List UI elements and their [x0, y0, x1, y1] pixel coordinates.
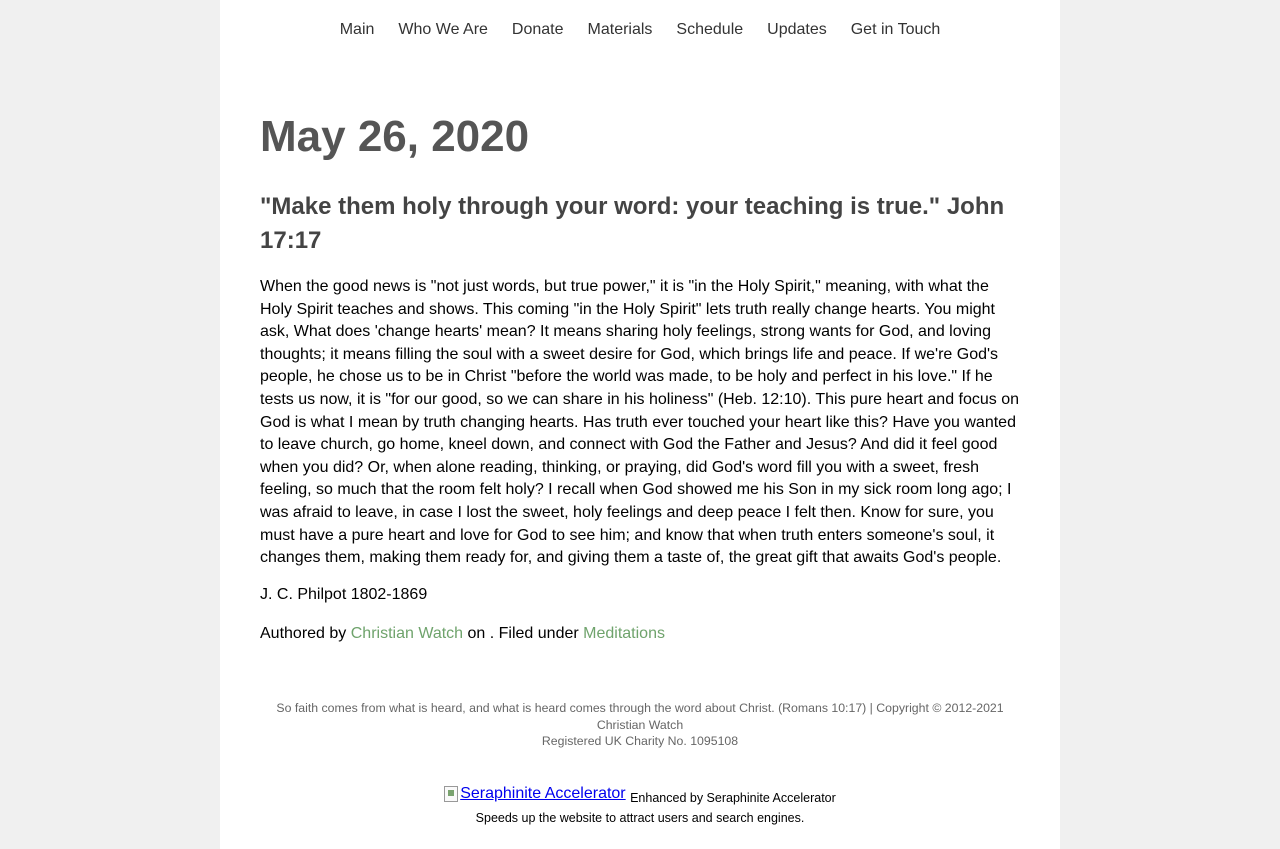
post-meta: Authored by Christian Watch on . Filed u…	[260, 623, 1020, 645]
nav-item-who-we-are[interactable]: Who We Are	[398, 20, 488, 40]
post-article: May 26, 2020 "Make them holy through you…	[260, 108, 1020, 645]
nav-item-donate[interactable]: Donate	[512, 20, 564, 40]
nav-item-materials[interactable]: Materials	[588, 20, 653, 40]
nav-item-schedule[interactable]: Schedule	[676, 20, 743, 40]
footer-charity-number: Registered UK Charity No. 1095108	[541, 734, 739, 748]
post-title: May 26, 2020	[260, 112, 530, 161]
accelerator-tagline: Speeds up the website to attract users a…	[475, 811, 805, 825]
accelerator-badge: Seraphinite Accelerator Enhanced by Sera…	[220, 783, 1060, 827]
nav-item-main[interactable]: Main	[340, 20, 375, 40]
post-body: When the good news is "not just words, b…	[260, 278, 1020, 567]
main-nav: Main Who We Are Donate Materials Schedul…	[220, 20, 1060, 40]
post-scripture-heading: "Make them holy through your word: your …	[260, 193, 1005, 254]
nav-item-updates[interactable]: Updates	[767, 20, 827, 40]
filed-under-label: on . Filed under	[463, 624, 584, 642]
site-footer: So faith comes from what is heard, and w…	[260, 700, 1020, 750]
accelerator-image-link[interactable]: Seraphinite Accelerator	[444, 783, 626, 805]
category-link[interactable]: Meditations	[583, 625, 665, 642]
broken-image-icon	[444, 786, 459, 802]
page-container: Main Who We Are Donate Materials Schedul…	[220, 0, 1060, 849]
nav-item-get-in-touch[interactable]: Get in Touch	[851, 20, 941, 40]
badge-row: Seraphinite Accelerator Enhanced by Sera…	[220, 783, 1060, 809]
accelerator-image-alt: Seraphinite Accelerator	[460, 785, 626, 802]
accelerator-enhanced-text: Enhanced by Seraphinite Accelerator	[630, 791, 836, 805]
footer-verse-copyright: So faith comes from what is heard, and w…	[276, 701, 1004, 732]
author-link[interactable]: Christian Watch	[351, 625, 463, 642]
post-attribution: J. C. Philpot 1802-1869	[260, 585, 428, 603]
authored-by-label: Authored by	[260, 624, 351, 642]
